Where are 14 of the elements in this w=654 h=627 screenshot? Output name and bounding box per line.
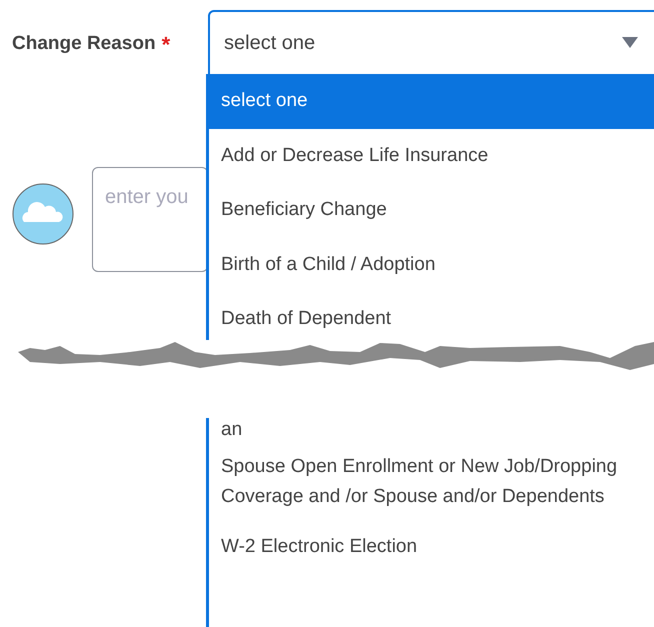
dropdown-option[interactable]: W-2 Electronic Election (209, 520, 654, 574)
dropdown-option[interactable]: Birth of a Child / Adoption (209, 238, 654, 292)
dropdown-option[interactable]: Spouse Open Enrollment or New Job/Dropping Coverage and /or Spouse and/or Dependents (209, 444, 639, 520)
required-mark: * (162, 31, 170, 59)
dropdown-option[interactable]: an (209, 418, 654, 444)
dropdown-option[interactable]: Add or Decrease Life Insurance (209, 128, 654, 183)
dropdown-option[interactable]: Beneficiary Change (209, 183, 654, 238)
comment-field[interactable]: enter you (92, 167, 208, 272)
cloud-avatar-icon (12, 183, 74, 245)
caret-icon[interactable] (622, 37, 638, 48)
dropdown-option[interactable]: select one (209, 74, 654, 128)
field-label: Change Reason (12, 32, 156, 56)
dropdown-option[interactable]: Death of Dependent (209, 292, 654, 340)
select-field[interactable]: select one (208, 10, 654, 76)
